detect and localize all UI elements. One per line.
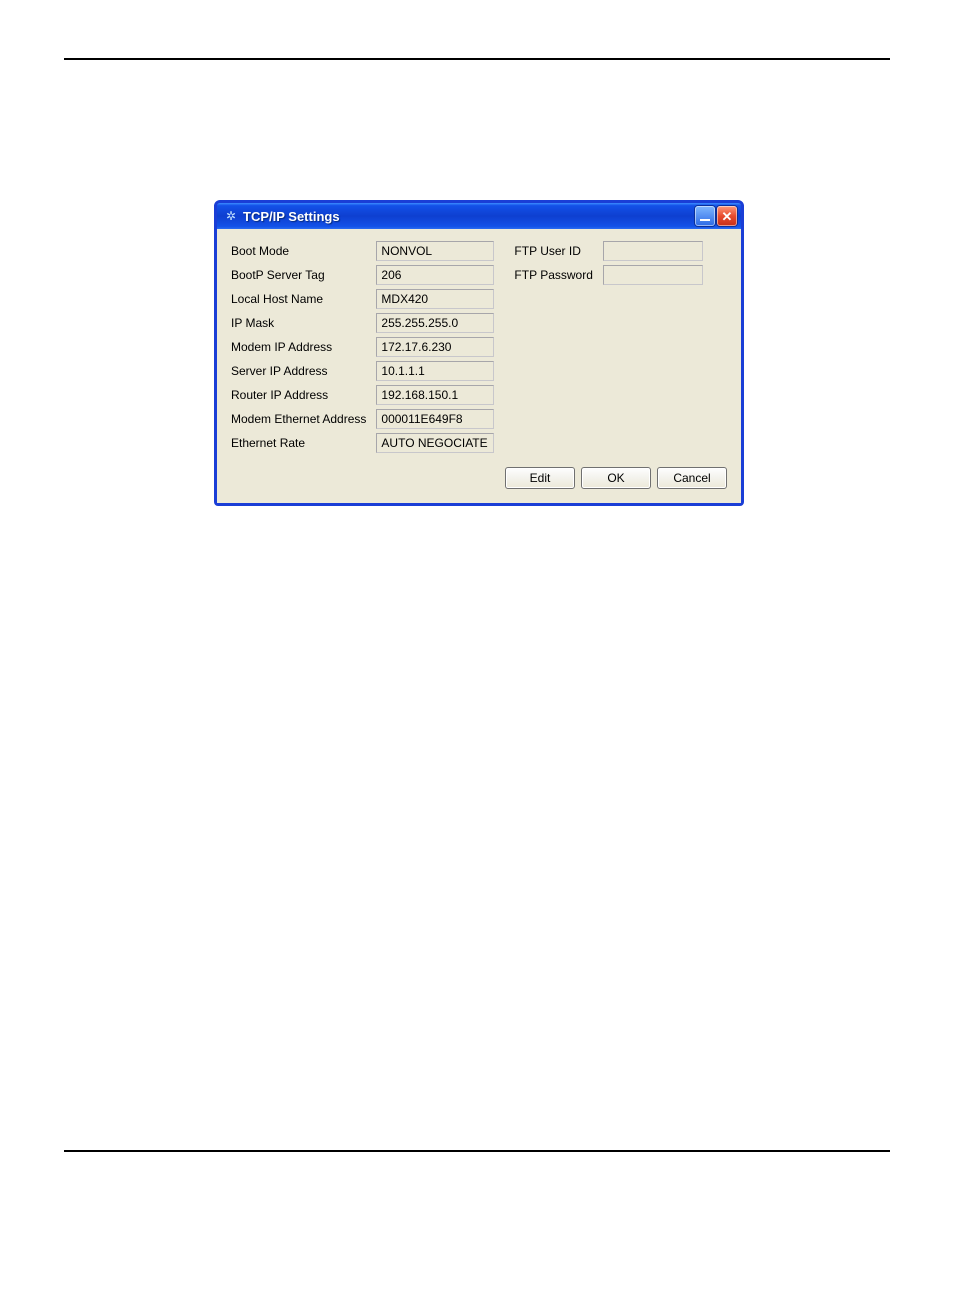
cancel-button[interactable]: Cancel bbox=[657, 467, 727, 489]
tcpip-settings-window: ✲ TCP/IP Settings ✕ Boot Mode BootP Serv… bbox=[214, 200, 744, 506]
bootp-server-tag-field[interactable] bbox=[376, 265, 494, 285]
window-title: TCP/IP Settings bbox=[243, 209, 693, 224]
ftp-user-id-label: FTP User ID bbox=[514, 244, 592, 258]
modem-ip-address-field[interactable] bbox=[376, 337, 494, 357]
ftp-password-label: FTP Password bbox=[514, 268, 592, 282]
ip-mask-label: IP Mask bbox=[231, 316, 366, 330]
router-ip-address-label: Router IP Address bbox=[231, 388, 366, 402]
page-rule-bottom bbox=[64, 1150, 890, 1152]
modem-ip-address-label: Modem IP Address bbox=[231, 340, 366, 354]
modem-ethernet-address-label: Modem Ethernet Address bbox=[231, 412, 366, 426]
button-row: Edit OK Cancel bbox=[231, 467, 727, 489]
ip-mask-field[interactable] bbox=[376, 313, 494, 333]
app-icon: ✲ bbox=[223, 208, 239, 224]
ftp-password-field[interactable] bbox=[603, 265, 703, 285]
right-column: FTP User ID FTP Password bbox=[514, 241, 702, 453]
router-ip-address-field[interactable] bbox=[376, 385, 494, 405]
titlebar[interactable]: ✲ TCP/IP Settings ✕ bbox=[217, 203, 741, 229]
modem-ethernet-address-field[interactable] bbox=[376, 409, 494, 429]
client-area: Boot Mode BootP Server Tag Local Host Na… bbox=[217, 229, 741, 503]
bootp-server-tag-label: BootP Server Tag bbox=[231, 268, 366, 282]
server-ip-address-field[interactable] bbox=[376, 361, 494, 381]
local-host-name-label: Local Host Name bbox=[231, 292, 366, 306]
minimize-button[interactable] bbox=[695, 206, 715, 226]
ethernet-rate-field[interactable] bbox=[376, 433, 494, 453]
ethernet-rate-label: Ethernet Rate bbox=[231, 436, 366, 450]
local-host-name-field[interactable] bbox=[376, 289, 494, 309]
ok-button[interactable]: OK bbox=[581, 467, 651, 489]
ftp-user-id-field[interactable] bbox=[603, 241, 703, 261]
close-button[interactable]: ✕ bbox=[717, 206, 737, 226]
boot-mode-field[interactable] bbox=[376, 241, 494, 261]
server-ip-address-label: Server IP Address bbox=[231, 364, 366, 378]
boot-mode-label: Boot Mode bbox=[231, 244, 366, 258]
form-grid: Boot Mode BootP Server Tag Local Host Na… bbox=[231, 241, 727, 453]
edit-button[interactable]: Edit bbox=[505, 467, 575, 489]
page-rule-top bbox=[64, 58, 890, 60]
left-column: Boot Mode BootP Server Tag Local Host Na… bbox=[231, 241, 494, 453]
